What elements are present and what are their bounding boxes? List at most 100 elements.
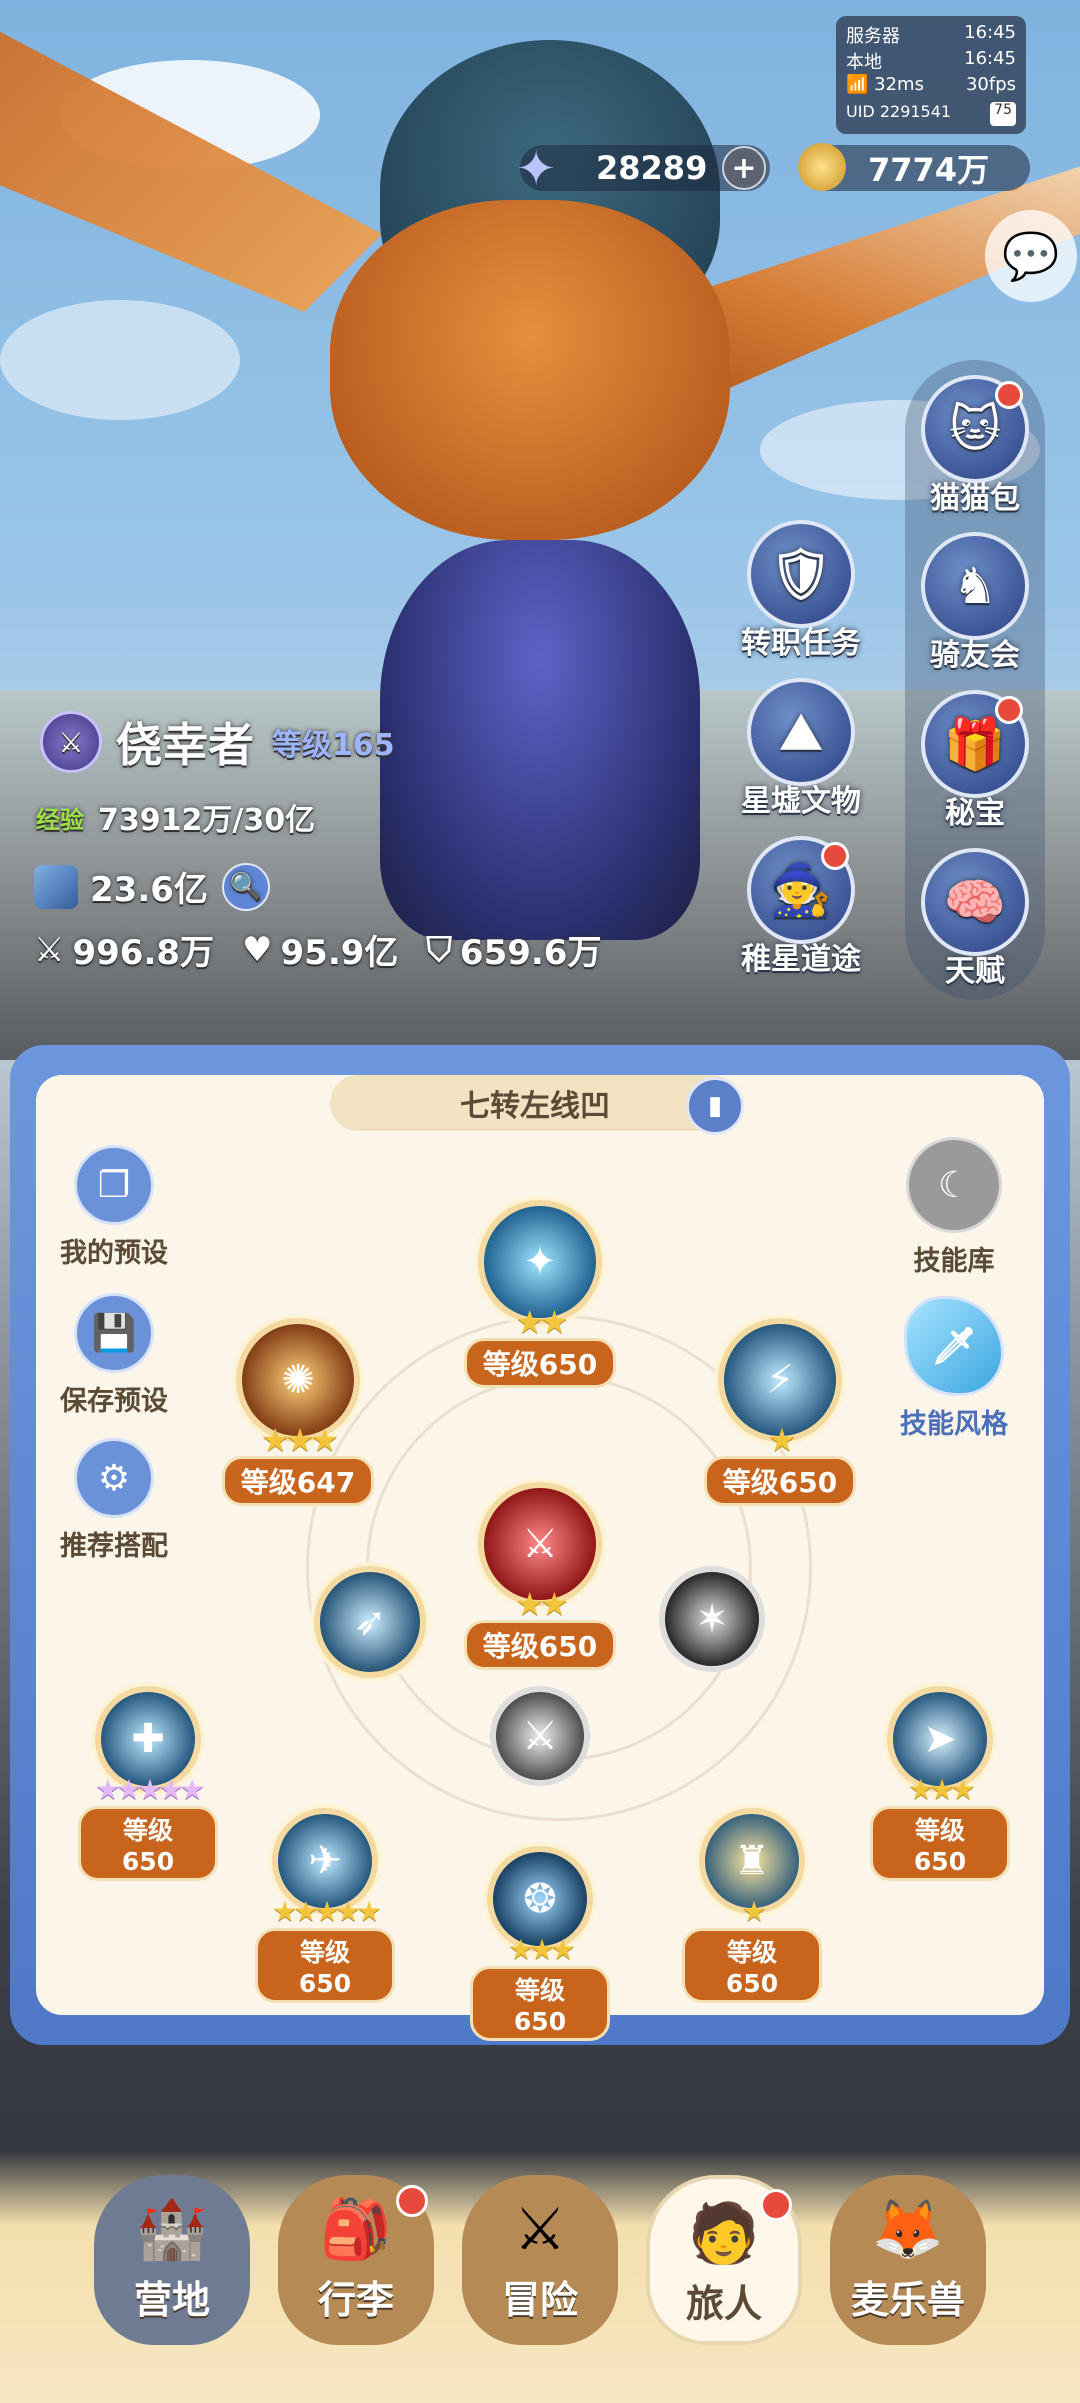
moon-icon: ☾ — [937, 1164, 971, 1206]
add-currency-button[interactable]: + — [722, 146, 766, 190]
skill-plan-selector[interactable]: 七转左线凹 ▮ — [330, 1075, 744, 1135]
my-presets-button[interactable]: ❐ 我的预设 — [44, 1145, 184, 1270]
nav-label: 旅人 — [685, 2282, 762, 2326]
ping-value: 32ms — [874, 74, 924, 95]
shield-icon: ⛉ — [426, 929, 452, 970]
notification-dot — [760, 2189, 792, 2221]
status-panel: 服务器 16:45 本地 16:45 📶 32ms 30fps UID 2291541… — [836, 16, 1026, 134]
cards-icon: ❐ — [97, 1164, 131, 1206]
player-level: 等级165 — [272, 728, 395, 763]
recommend-icon: ⚙ — [97, 1457, 131, 1499]
player-character[interactable] — [380, 540, 700, 940]
chat-button[interactable]: 💬 — [985, 210, 1077, 302]
skill-level: 等级650 — [255, 1928, 395, 2003]
skill-stars: ★ — [767, 1421, 797, 1459]
cat-bag-icon: 🐱 — [948, 400, 1002, 458]
skill-slot-lower-left[interactable]: ✈ ★★★★★ 等级650 — [255, 1808, 395, 2003]
skill-library-button[interactable]: ☾ 技能库 — [884, 1137, 1024, 1278]
ruins-icon: ⛰ — [780, 702, 822, 761]
gold-coin-icon — [798, 143, 846, 191]
book-icon[interactable]: ▮ — [686, 1077, 744, 1135]
hp-value: 95.9亿 — [280, 933, 399, 973]
skill-style-label: 技能风格 — [900, 1409, 1008, 1440]
nav-label: 营地 — [133, 2278, 210, 2322]
nav-traveler[interactable]: 🧑 旅人 — [646, 2175, 802, 2345]
skill-stars: ★★ — [515, 1585, 568, 1623]
traveler-portrait-icon: 🧑 — [687, 2198, 761, 2267]
path-icon: 🧙 — [769, 860, 833, 919]
skill-level: 等级647 — [221, 1456, 375, 1506]
skill-stars: ★★★ — [908, 1773, 975, 1806]
skill-slot-upper-right[interactable]: ⚡ ★ 等级650 — [700, 1318, 860, 1506]
battery-icon: 75 — [990, 102, 1016, 126]
power-shield-icon — [34, 864, 78, 909]
menu-riders[interactable]: ♞ 骑友会 — [890, 532, 1060, 674]
skill-slot-top[interactable]: ✦ ★★ 等级650 — [460, 1200, 620, 1388]
class-emblem-icon: ⚔ — [40, 711, 102, 773]
skill-level: 等级650 — [463, 1338, 617, 1388]
server-label: 服务器 — [846, 26, 900, 47]
skill-level: 等级650 — [463, 1620, 617, 1670]
star-crystal-icon: ✦ — [516, 141, 557, 197]
bird-mount — [330, 200, 730, 540]
castle-icon: 🏰 — [135, 2194, 209, 2263]
skill-slot-link-right[interactable]: ✶ — [652, 1566, 772, 1672]
skill-slot-center[interactable]: ⚔ ★★ 等级650 — [456, 1482, 624, 1670]
nav-luggage[interactable]: 🎒 行李 — [278, 2175, 434, 2345]
menu-ruins[interactable]: ⛰ 星墟文物 — [716, 678, 886, 820]
exp-value: 73912万/30亿 — [98, 803, 316, 838]
exp-row: 经验 73912万/30亿 — [36, 795, 315, 839]
star-amount: 28289 — [596, 149, 708, 187]
power-value: 23.6亿 — [90, 870, 208, 910]
recommended-build-label: 推荐搭配 — [60, 1531, 168, 1562]
nav-camp[interactable]: 🏰 营地 — [94, 2175, 250, 2345]
save-icon: 💾 — [91, 1313, 137, 1354]
backpack-icon: 🎒 — [319, 2194, 393, 2263]
plan-name: 七转左线凹 — [460, 1089, 610, 1124]
sword-style-icon: 🗡 — [931, 1326, 977, 1367]
skill-slot-bottom[interactable]: ❂ ★★★ 等级650 — [470, 1846, 610, 2041]
skill-slot-left[interactable]: ✚ ★★★★★ 等级650 — [78, 1686, 218, 1881]
skill-slot-right[interactable]: ➤ ★★★ 等级650 — [870, 1686, 1010, 1881]
local-label: 本地 — [846, 52, 882, 73]
skill-level: 等级650 — [703, 1456, 857, 1506]
my-presets-label: 我的预设 — [60, 1238, 168, 1269]
star-currency: ✦ 28289 + — [516, 141, 770, 197]
skill-slot-link-left[interactable]: ➶ — [310, 1566, 430, 1678]
treasure-icon: 🎁 — [943, 714, 1007, 773]
stats-row: ⚔ 996.8万 ♥ 95.9亿 ⛉ 659.6万 — [34, 925, 601, 974]
skill-style-button[interactable]: 🗡 技能风格 — [884, 1296, 1024, 1441]
player-name: 侥幸者 — [116, 718, 254, 772]
menu-path[interactable]: 🧙 稚星道途 — [716, 836, 886, 978]
chat-bubble-icon: 💬 — [1002, 228, 1060, 283]
notification-dot — [995, 696, 1023, 724]
nav-adventure[interactable]: ⚔ 冒险 — [462, 2175, 618, 2345]
save-preset-button[interactable]: 💾 保存预设 — [44, 1293, 184, 1418]
skill-slot-lower-right[interactable]: ♜ ★ 等级650 — [682, 1808, 822, 2003]
skill-slot-upper-left[interactable]: ✺ ★★★ 等级647 — [218, 1318, 378, 1506]
menu-cat-bag[interactable]: 🐱 猫猫包 — [890, 375, 1060, 517]
skill-stars: ★★ — [515, 1303, 568, 1341]
skill-stars: ★★★★★ — [95, 1773, 205, 1806]
skill-level: 等级650 — [682, 1928, 822, 2003]
power-row: 23.6亿 🔍 — [34, 862, 270, 911]
menu-class-change[interactable]: 🛡 转职任务 — [716, 520, 886, 662]
beast-icon: 🦊 — [871, 2194, 945, 2263]
recommended-build-button[interactable]: ⚙ 推荐搭配 — [44, 1438, 184, 1563]
menu-treasure[interactable]: 🎁 秘宝 — [890, 690, 1060, 832]
skill-level: 等级650 — [78, 1806, 218, 1881]
skill-level: 等级650 — [870, 1806, 1010, 1881]
skill-icon: ➶ — [314, 1566, 426, 1678]
gold-currency: 7774万 — [798, 143, 1030, 191]
sword-icon: ⚔ — [34, 929, 65, 970]
gold-amount: 7774万 — [868, 151, 990, 189]
nav-mellow-beast[interactable]: 🦊 麦乐兽 — [830, 2175, 986, 2345]
skill-library-label: 技能库 — [913, 1246, 995, 1277]
save-preset-label: 保存预设 — [60, 1386, 168, 1417]
menu-talent[interactable]: 🧠 天赋 — [890, 848, 1060, 990]
skill-slot-link-bottom[interactable]: ⚔ — [486, 1686, 594, 1786]
player-name-row: ⚔ 侥幸者 等级165 — [40, 711, 395, 773]
local-time: 16:45 — [964, 48, 1016, 69]
nav-label: 行李 — [317, 2278, 394, 2322]
magnify-icon[interactable]: 🔍 — [221, 862, 270, 911]
